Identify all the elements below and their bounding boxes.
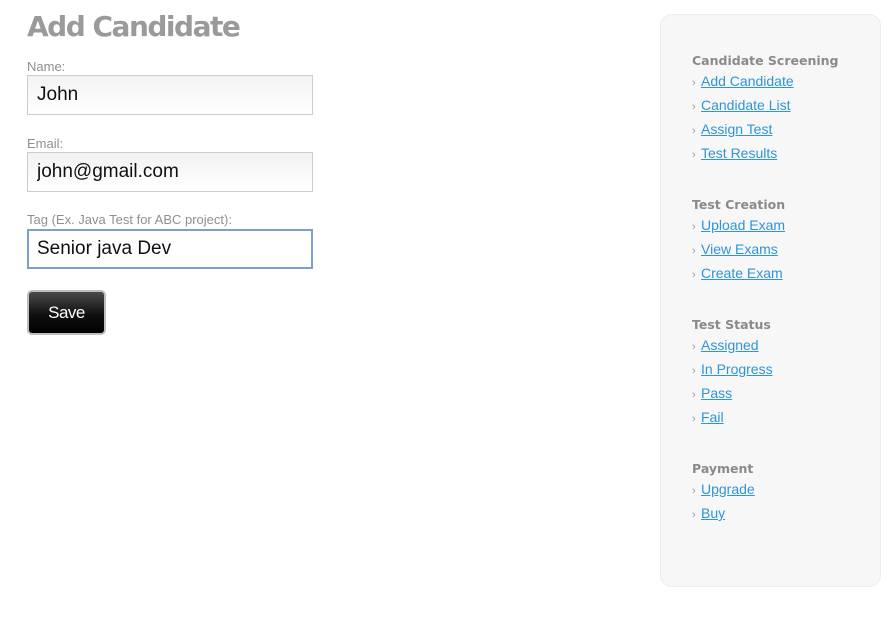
sidebar-item-view-exams: › View Exams	[692, 237, 880, 261]
save-button[interactable]: Save	[27, 290, 106, 335]
view-exams-link[interactable]: View Exams	[701, 241, 778, 257]
tag-input[interactable]	[27, 229, 313, 269]
fail-link[interactable]: Fail	[701, 409, 724, 425]
sidebar-item-fail: › Fail	[692, 405, 880, 429]
assigned-link[interactable]: Assigned	[701, 337, 759, 353]
chevron-right-icon: ›	[692, 245, 696, 257]
sidebar-item-candidate-list: › Candidate List	[692, 93, 880, 117]
sidebar-section-test-creation: Test Creation › Upload Exam › View Exams ›…	[692, 197, 880, 285]
chevron-right-icon: ›	[692, 341, 696, 353]
tag-label: Tag (Ex. Java Test for ABC project):	[27, 212, 232, 227]
page-title: Add Candidate	[27, 10, 241, 43]
test-results-link[interactable]: Test Results	[701, 145, 777, 161]
pass-link[interactable]: Pass	[701, 385, 732, 401]
sidebar-section-candidate-screening: Candidate Screening › Add Candidate › Cand…	[692, 53, 880, 165]
email-label: Email:	[27, 136, 64, 151]
email-input[interactable]	[27, 152, 313, 192]
chevron-right-icon: ›	[692, 269, 696, 281]
sidebar-item-assigned: › Assigned	[692, 333, 880, 357]
candidate-list-link[interactable]: Candidate List	[701, 97, 791, 113]
sidebar-item-upload-exam: › Upload Exam	[692, 213, 880, 237]
chevron-right-icon: ›	[692, 365, 696, 377]
add-candidate-link[interactable]: Add Candidate	[701, 73, 794, 89]
sidebar-item-upgrade: › Upgrade	[692, 477, 880, 501]
chevron-right-icon: ›	[692, 509, 696, 521]
section-title: Payment	[692, 461, 754, 476]
sidebar: Candidate Screening › Add Candidate › Cand…	[660, 14, 881, 587]
sidebar-section-test-status: Test Status › Assigned › In Progress › Pass…	[692, 317, 880, 429]
sidebar-item-pass: › Pass	[692, 381, 880, 405]
sidebar-item-add-candidate: › Add Candidate	[692, 69, 880, 93]
chevron-right-icon: ›	[692, 77, 696, 89]
chevron-right-icon: ›	[692, 413, 696, 425]
section-title: Test Creation	[692, 197, 786, 212]
section-title: Test Status	[692, 317, 771, 332]
section-title: Candidate Screening	[692, 53, 839, 68]
assign-test-link[interactable]: Assign Test	[701, 121, 772, 137]
sidebar-item-buy: › Buy	[692, 501, 880, 525]
sidebar-item-assign-test: › Assign Test	[692, 117, 880, 141]
in-progress-link[interactable]: In Progress	[701, 361, 773, 377]
chevron-right-icon: ›	[692, 221, 696, 233]
chevron-right-icon: ›	[692, 389, 696, 401]
sidebar-item-in-progress: › In Progress	[692, 357, 880, 381]
chevron-right-icon: ›	[692, 149, 696, 161]
upload-exam-link[interactable]: Upload Exam	[701, 217, 785, 233]
name-input[interactable]	[27, 75, 313, 115]
chevron-right-icon: ›	[692, 125, 696, 137]
chevron-right-icon: ›	[692, 101, 696, 113]
sidebar-item-create-exam: › Create Exam	[692, 261, 880, 285]
sidebar-item-test-results: › Test Results	[692, 141, 880, 165]
chevron-right-icon: ›	[692, 485, 696, 497]
sidebar-section-payment: Payment › Upgrade › Buy	[692, 461, 880, 525]
upgrade-link[interactable]: Upgrade	[701, 481, 755, 497]
name-label: Name:	[27, 59, 66, 74]
create-exam-link[interactable]: Create Exam	[701, 265, 783, 281]
buy-link[interactable]: Buy	[701, 505, 725, 521]
